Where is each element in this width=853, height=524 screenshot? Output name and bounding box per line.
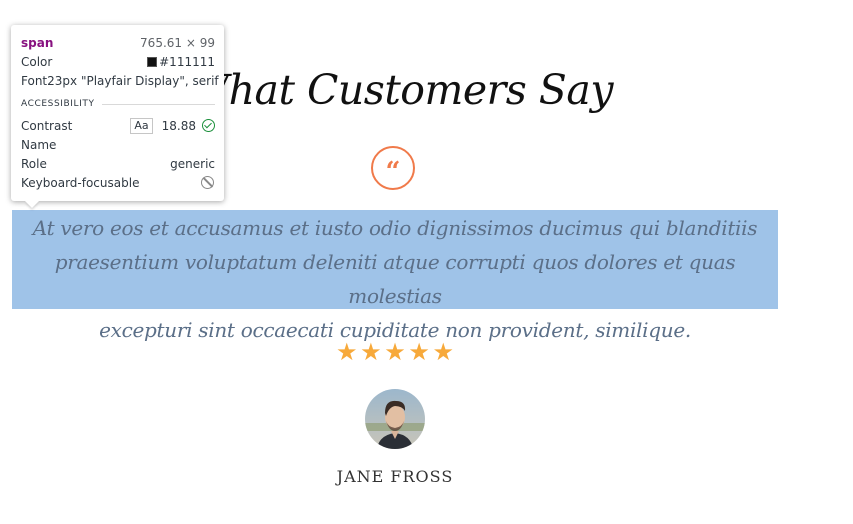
quote-icon: “ xyxy=(371,146,415,190)
inspector-role-label: Role xyxy=(21,156,47,171)
star-icon: ★ xyxy=(384,338,406,366)
star-icon: ★ xyxy=(408,338,430,366)
testimonial-line-2: praesentium voluptatum deleniti atque co… xyxy=(54,250,736,308)
customer-name: JANE FROSS xyxy=(336,467,454,486)
inspector-name-row: Name xyxy=(21,135,215,154)
check-circle-icon xyxy=(202,119,215,132)
rating-stars: ★ ★ ★ ★ ★ xyxy=(336,340,454,364)
inspector-role-value: generic xyxy=(170,156,215,171)
inspector-font-value: 23px "Playfair Display", serif xyxy=(47,73,219,88)
contrast-aa-badge: Aa xyxy=(130,117,153,134)
page: What Customers Say “ At vero eos et accu… xyxy=(0,0,853,524)
inspector-name-label: Name xyxy=(21,137,57,152)
inspector-font-row: Font 23px "Playfair Display", serif xyxy=(21,71,219,90)
inspector-dimensions: 765.61 × 99 xyxy=(140,35,215,50)
inspector-focusable-row: Keyboard-focusable xyxy=(21,173,215,192)
inspector-color-value: #111111 xyxy=(159,54,215,69)
not-allowed-icon xyxy=(201,176,214,189)
testimonial-line-1: At vero eos et accusamus et iusto odio d… xyxy=(32,216,758,240)
inspector-tooltip: span 765.61 × 99 Color #111111 Font 23px… xyxy=(11,25,224,201)
inspector-focusable-label: Keyboard-focusable xyxy=(21,175,140,190)
star-icon: ★ xyxy=(360,338,382,366)
quote-glyph: “ xyxy=(385,157,401,187)
accessibility-section: ACCESSIBILITY xyxy=(21,92,215,116)
customer-avatar xyxy=(365,389,425,449)
inspector-font-label: Font xyxy=(21,73,48,88)
inspector-contrast-row: Contrast Aa 18.88 xyxy=(21,116,215,135)
inspector-role-row: Role generic xyxy=(21,154,215,173)
inspector-contrast-label: Contrast xyxy=(21,118,73,133)
color-swatch-icon xyxy=(147,56,158,67)
star-icon: ★ xyxy=(336,338,358,366)
inspector-color-label: Color xyxy=(21,54,53,69)
section-divider xyxy=(101,103,215,105)
inspector-contrast-value: 18.88 xyxy=(161,118,196,133)
accessibility-header: ACCESSIBILITY xyxy=(21,99,95,109)
inspector-tag: span xyxy=(21,35,54,50)
star-icon: ★ xyxy=(432,338,454,366)
testimonial-text[interactable]: At vero eos et accusamus et iusto odio d… xyxy=(12,210,778,342)
inspector-color-row: Color #111111 xyxy=(21,52,215,71)
inspector-header: span 765.61 × 99 xyxy=(21,33,215,52)
